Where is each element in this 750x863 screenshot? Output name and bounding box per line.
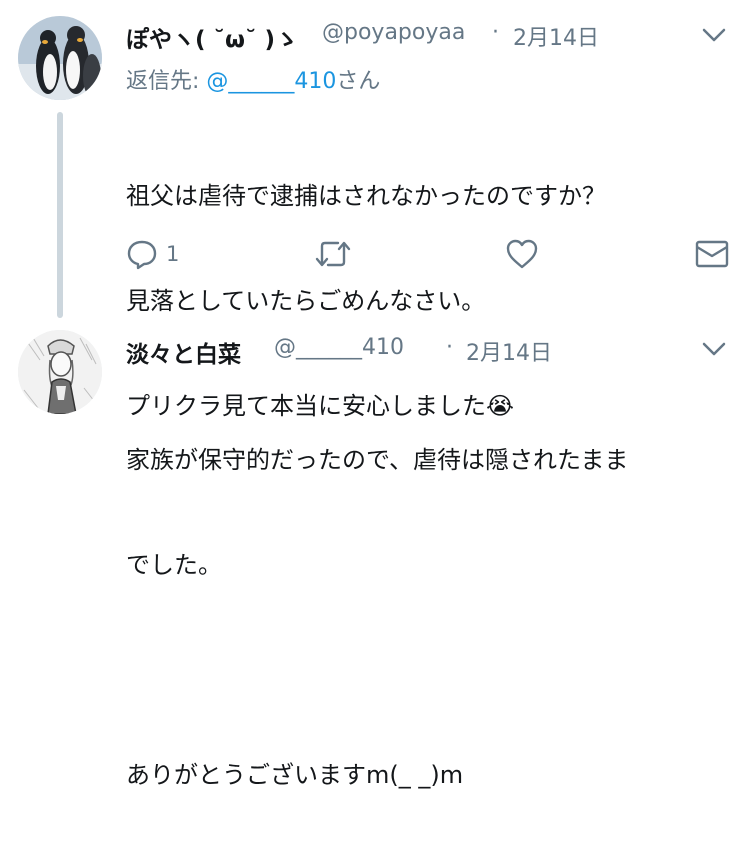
- direct-message-button[interactable]: [695, 238, 729, 270]
- tweet-text-line: 祖父は虐待で逮捕はされなかったのですか？: [126, 182, 606, 210]
- tweet-date[interactable]: 2月14日: [466, 335, 552, 367]
- reply-handle-link[interactable]: @______410: [206, 69, 336, 94]
- display-name[interactable]: 淡々と白菜: [126, 335, 241, 369]
- heart-icon: [506, 239, 538, 269]
- chevron-down-icon[interactable]: [699, 20, 729, 50]
- reply-suffix: さん: [336, 69, 381, 94]
- tweet-text-line: でした。: [126, 551, 222, 579]
- envelope-icon: [695, 240, 729, 268]
- tweet-text-line: [126, 653, 628, 688]
- tweet-text: 家族が保守的だったので、虐待は隠されたまま でした。 ありがとうございますm(_…: [126, 373, 628, 863]
- tweet-text-line: 見落としていたらごめんなさい。: [126, 287, 486, 315]
- replying-to-label: 返信先:: [126, 69, 200, 94]
- like-button[interactable]: [505, 238, 539, 270]
- illustration-avatar-image: [18, 330, 102, 414]
- reply-icon: [127, 240, 157, 270]
- penguins-avatar-image: [18, 16, 102, 100]
- tweet-date[interactable]: 2月14日: [513, 20, 599, 52]
- tweet-1[interactable]: ぽやヽ( ˘ω˘ )ゝ @poyapoyaa · 2月14日 返信先: @___…: [0, 0, 750, 420]
- separator: ·: [446, 335, 453, 360]
- retweet-button[interactable]: [314, 238, 352, 270]
- tweet-text-line: ありがとうございますm(_ _)m: [126, 761, 464, 789]
- avatar[interactable]: [18, 330, 102, 414]
- avatar[interactable]: [18, 16, 102, 100]
- username[interactable]: @poyapoyaa: [322, 20, 465, 45]
- replying-to: 返信先: @______410さん: [126, 63, 380, 95]
- retweet-icon: [315, 241, 351, 267]
- chevron-down-icon[interactable]: [699, 334, 729, 364]
- separator: ·: [492, 20, 499, 45]
- reply-count: 1: [166, 242, 180, 266]
- tweet-2[interactable]: 淡々と白菜 @______410 · 2月14日 家族が保守的だったので、虐待は…: [0, 320, 750, 789]
- reply-button[interactable]: 1: [126, 238, 179, 270]
- thread-line: [57, 112, 63, 318]
- tweet-text-line: 家族が保守的だったので、虐待は隠されたまま: [126, 446, 629, 474]
- username[interactable]: @______410: [274, 335, 404, 360]
- display-name[interactable]: ぽやヽ( ˘ω˘ )ゝ: [126, 20, 298, 54]
